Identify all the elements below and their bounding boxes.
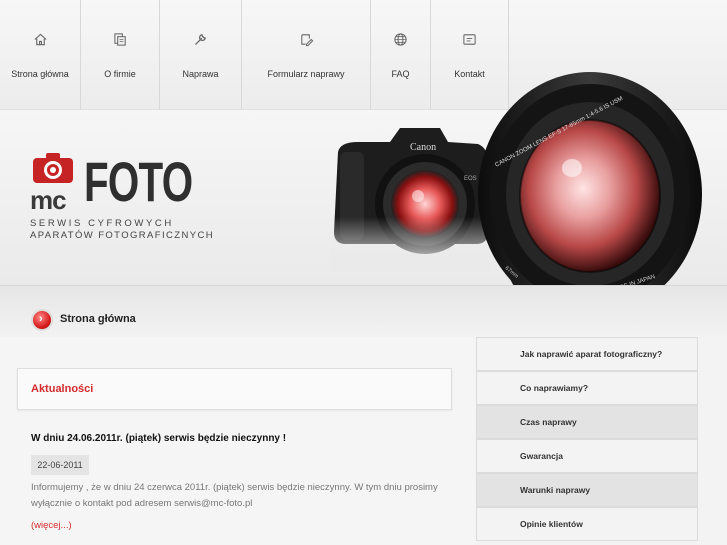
sidebar-item-reviews[interactable]: Opinie klientów [476, 507, 698, 541]
sidebar-item-label: Co naprawiamy? [520, 383, 589, 393]
nav-label: Naprawa [182, 69, 219, 79]
nav-item-repair-form[interactable]: Formularz naprawy [242, 0, 371, 110]
nav-label: Formularz naprawy [267, 69, 345, 79]
camera-logo-icon [33, 153, 73, 183]
camera-brand-text: Canon [410, 142, 436, 153]
sidebar-menu: Jak naprawić aparat fotograficzny? Co na… [476, 337, 698, 545]
article-body: Informujemy , że w dniu 24 czerwca 2011r… [31, 482, 438, 509]
logo-tagline-2: APARATÓW FOTOGRAFICZNYCH [30, 230, 215, 241]
sidebar-item-repair-terms[interactable]: Warunki naprawy [476, 473, 698, 507]
sidebar-item-label: Warunki naprawy [520, 485, 591, 495]
sidebar-item-label: Opinie klientów [520, 519, 583, 529]
nav-item-about[interactable]: O firmie [81, 0, 160, 110]
form-edit-icon [298, 31, 314, 47]
breadcrumb-bar [0, 285, 727, 337]
logo-mc: mc [30, 185, 67, 215]
news-heading: Aktualności [31, 383, 94, 395]
contact-card-icon [462, 31, 478, 47]
sidebar-item-label: Czas naprawy [520, 417, 577, 427]
article-date: 22-06-2011 [31, 455, 89, 475]
document-icon [112, 31, 128, 47]
nav-label: Strona główna [11, 69, 69, 79]
article-title[interactable]: W dniu 24.06.2011r. (piątek) serwis będz… [31, 433, 286, 444]
nav-label: O firmie [104, 69, 136, 79]
wrench-icon [193, 31, 209, 47]
nav-item-home[interactable]: Strona główna [0, 0, 81, 110]
nav-label: FAQ [391, 69, 410, 79]
globe-icon [393, 31, 409, 47]
logo-foto: FOTO [84, 150, 193, 213]
sidebar-item-warranty[interactable]: Gwarancja [476, 439, 698, 473]
sidebar-item-how-to-repair[interactable]: Jak naprawić aparat fotograficzny? [476, 337, 698, 371]
logo-tagline-1: SERWIS CYFROWYCH [30, 218, 174, 229]
dslr-camera-image: Canon EOS [330, 128, 490, 272]
home-icon [32, 31, 48, 47]
sidebar-item-repair-time[interactable]: Czas naprawy [476, 405, 698, 439]
nav-item-repair[interactable]: Naprawa [160, 0, 242, 110]
breadcrumb-arrow-icon[interactable]: › [31, 309, 53, 331]
site-logo[interactable]: mc FOTO SERWIS CYFROWYCH APARATÓW FOTOGR… [30, 150, 213, 247]
sidebar-item-label: Jak naprawić aparat fotograficzny? [520, 349, 663, 359]
news-section-header: Aktualności [17, 368, 452, 410]
read-more-link[interactable]: (więcej...) [31, 520, 72, 531]
sidebar-item-what-we-repair[interactable]: Co naprawiamy? [476, 371, 698, 405]
breadcrumb-current: Strona główna [60, 313, 136, 325]
nav-item-faq[interactable]: FAQ [371, 0, 431, 110]
sidebar-item-label: Gwarancja [520, 451, 563, 461]
